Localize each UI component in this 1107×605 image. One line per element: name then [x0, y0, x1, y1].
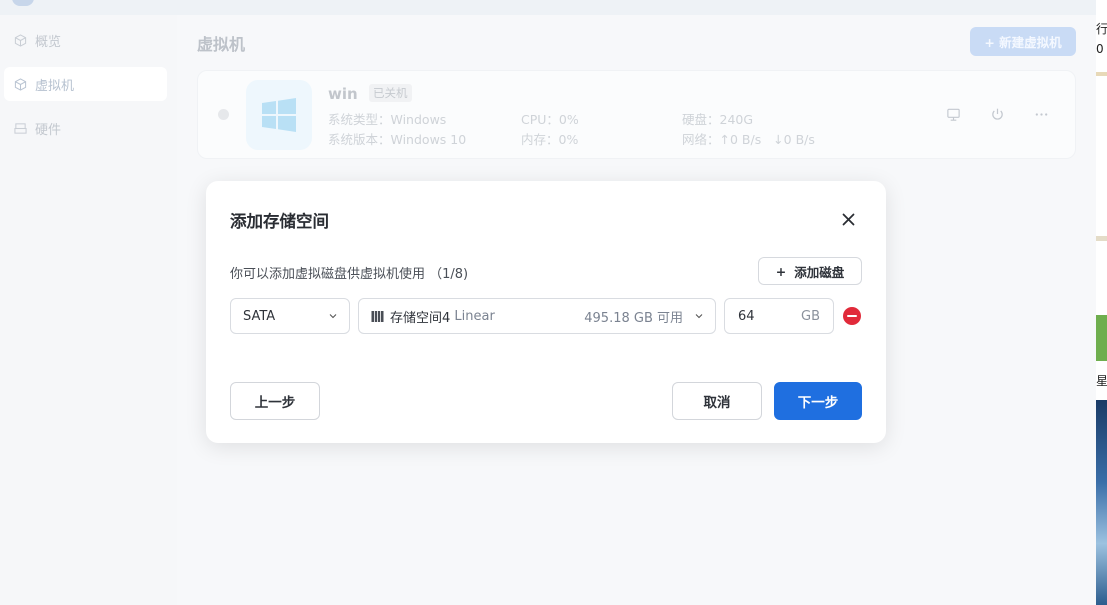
bus-type-select[interactable]: SATA: [230, 298, 350, 334]
plus-icon: +: [775, 263, 787, 279]
storage-free: 495.18 GB 可用: [584, 310, 683, 326]
vm-net-up: 0 B/s: [730, 132, 762, 147]
storage-select[interactable]: 存储空间4 Linear 495.18 GB 可用: [358, 298, 716, 334]
power-icon[interactable]: [989, 106, 1005, 122]
sidebar-item-label: 硬件: [35, 122, 62, 138]
more-icon[interactable]: [1033, 106, 1049, 122]
chevron-down-icon: [695, 314, 703, 319]
arrow-down-icon: ↓: [773, 132, 784, 147]
add-storage-dialog: 添加存储空间 你可以添加虚拟磁盘供虚拟机使用 （1/8) + 添加磁盘 SATA…: [206, 181, 886, 443]
new-vm-button[interactable]: + 新建虚拟机: [970, 27, 1076, 56]
arrow-up-icon: ↑: [719, 132, 730, 147]
disk-size-value: 64: [738, 308, 755, 324]
cube-icon: [13, 33, 27, 47]
vm-name: win: [328, 85, 358, 103]
background-block: [1096, 315, 1107, 361]
app-logo: [12, 0, 34, 6]
bus-type-value: SATA: [243, 308, 276, 324]
vm-disk: 硬盘：240G: [682, 112, 754, 127]
vm-os-version: 系统版本：Windows 10: [328, 132, 467, 147]
vm-net-down: 0 B/s: [783, 132, 815, 147]
background-text: 行: [1096, 22, 1107, 36]
next-step-button[interactable]: 下一步: [774, 382, 862, 420]
background-image: [1096, 400, 1107, 605]
remove-disk-icon[interactable]: [843, 307, 861, 325]
storage-type: Linear: [454, 308, 495, 324]
sidebar-item-label: 虚拟机: [35, 78, 75, 94]
storage-name: 存储空间4: [390, 310, 451, 326]
vm-network: 网络：↑0 B/s ↓0 B/s: [682, 129, 815, 148]
background-block: [1096, 236, 1107, 241]
vm-memory: 内存：0%: [521, 132, 579, 147]
vm-os-type: 系统类型：Windows: [328, 112, 447, 127]
sidebar: 概览 虚拟机 硬件: [0, 15, 177, 605]
sidebar-item-vm[interactable]: 虚拟机: [4, 67, 167, 101]
cube-icon: [13, 77, 27, 91]
chevron-down-icon: [329, 314, 337, 319]
windows-icon: [246, 80, 312, 150]
add-disk-label: 添加磁盘: [794, 264, 845, 280]
top-bar: [0, 0, 1096, 15]
close-icon[interactable]: [838, 209, 858, 229]
background-text: 0 B: [1096, 42, 1107, 56]
disk-size-unit: GB: [801, 308, 820, 324]
cancel-button[interactable]: 取消: [672, 382, 762, 420]
page-title: 虚拟机: [197, 35, 246, 54]
monitor-icon[interactable]: [945, 106, 961, 122]
sidebar-item-hardware[interactable]: 硬件: [4, 111, 167, 145]
background-window-edge: 行 0 B 星: [1096, 0, 1107, 605]
dialog-title: 添加存储空间: [230, 212, 329, 231]
background-text: 星: [1096, 374, 1107, 388]
sidebar-item-overview[interactable]: 概览: [4, 23, 167, 57]
add-disk-button[interactable]: + 添加磁盘: [758, 257, 862, 285]
status-dot: [218, 109, 229, 120]
hardware-icon: [13, 121, 27, 135]
vm-network-label: 网络：: [682, 132, 720, 147]
dialog-description: 你可以添加虚拟磁盘供虚拟机使用 （1/8): [230, 267, 469, 282]
vm-cpu: CPU：0%: [521, 112, 579, 127]
storage-icon: [371, 310, 384, 322]
background-block: [1096, 72, 1107, 76]
sidebar-item-label: 概览: [35, 34, 62, 50]
disk-size-input[interactable]: 64 GB: [724, 298, 834, 334]
vm-card[interactable]: win 已关机 系统类型：Windows 系统版本：Windows 10 CPU…: [197, 70, 1076, 159]
vm-status-badge: 已关机: [369, 84, 412, 102]
prev-step-button[interactable]: 上一步: [230, 382, 320, 420]
